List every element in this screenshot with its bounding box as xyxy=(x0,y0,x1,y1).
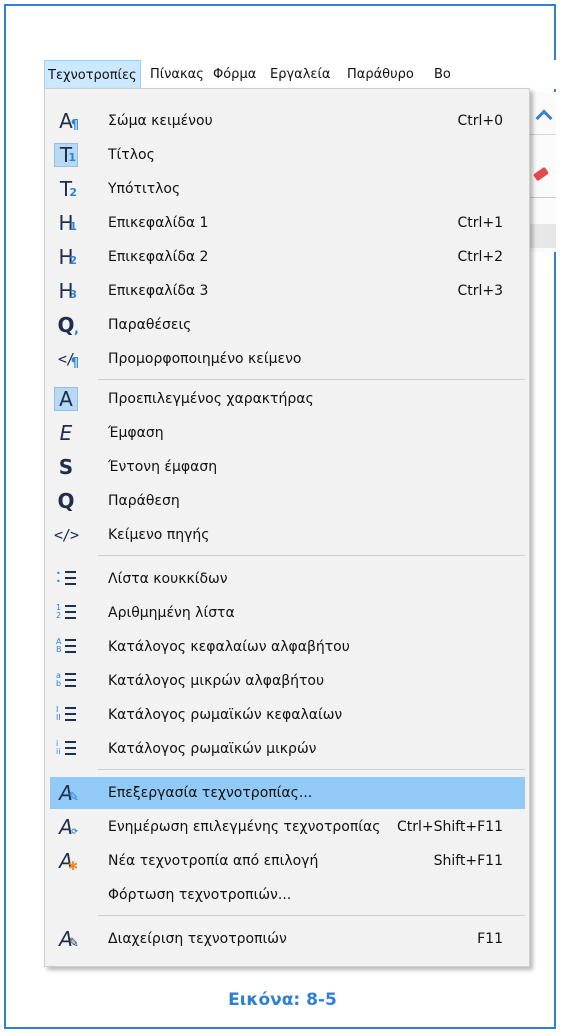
menu-item-label: Διαχείριση τεχνοτροπιών xyxy=(108,931,287,947)
menu-item-label: Κατάλογος κεφαλαίων αλφαβήτου xyxy=(108,639,350,655)
menu-item-update-style[interactable]: A ⟳ Ενημέρωση επιλεγμένης τεχνοτροπίας Ct… xyxy=(50,811,525,843)
menu-item-shortcut: Ctrl+Shift+F11 xyxy=(396,819,503,835)
menu-item-label: Σώμα κειμένου xyxy=(108,113,213,129)
document-background xyxy=(530,92,556,252)
menu-item-emphasis[interactable]: E Έμφαση xyxy=(50,417,525,449)
styles-menu: A ¶ Σώμα κειμένου Ctrl+0 T1 Τίτλος T2 Υπό… xyxy=(44,88,530,967)
divider xyxy=(530,134,556,135)
preformatted-text-icon: </¶ xyxy=(57,350,79,371)
menu-separator xyxy=(98,915,525,916)
menu-item-label: Νέα τεχνοτροπία από επιλογή xyxy=(108,853,319,869)
emphasis-icon: E xyxy=(59,421,73,445)
edit-style-icon: A ✎ xyxy=(59,781,79,805)
menu-separator xyxy=(98,769,525,770)
toolbar-up-arrow-icon xyxy=(535,109,553,127)
menu-item-label: Έντονη έμφαση xyxy=(108,459,218,475)
menu-item-bullet-list[interactable]: • • Λίστα κουκκίδων xyxy=(50,563,525,595)
menu-item-shortcut: Ctrl+3 xyxy=(457,283,503,299)
subtitle-icon: T2 xyxy=(59,177,77,201)
uppercase-alpha-list-icon: A B xyxy=(54,635,78,659)
new-style-icon: A ✱ xyxy=(59,849,78,873)
menu-item-default-character[interactable]: A Προεπιλεγμένος χαρακτήρας xyxy=(50,383,525,415)
menu-item-shortcut: Ctrl+1 xyxy=(457,215,503,231)
menu-item-text-body[interactable]: A ¶ Σώμα κειμένου Ctrl+0 xyxy=(50,105,525,137)
menu-item-uppercase-roman-list[interactable]: I II Κατάλογος ρωμαϊκών κεφαλαίων xyxy=(50,699,525,731)
menu-item-shortcut: F11 xyxy=(477,931,503,947)
figure-caption: Εικόνα: 8-5 xyxy=(228,990,337,1010)
menu-item-strong-emphasis[interactable]: S Έντονη έμφαση xyxy=(50,451,525,483)
menu-item-label: Επικεφαλίδα 1 xyxy=(108,215,209,231)
manage-styles-icon: A ✎ xyxy=(59,927,79,951)
uppercase-roman-list-icon: I II xyxy=(54,703,78,727)
menu-item-subtitle[interactable]: T2 Υπότιτλος xyxy=(50,173,525,205)
numbered-list-icon: 1 2 xyxy=(54,601,78,625)
menu-item-heading-1[interactable]: H1 Επικεφαλίδα 1 Ctrl+1 xyxy=(50,207,525,239)
menu-item-label: Παραθέσεις xyxy=(108,317,192,333)
menubar-item-tools[interactable]: Εργαλεία xyxy=(267,60,333,89)
menubar-item-table[interactable]: Πίνακας xyxy=(147,60,207,89)
menu-item-uppercase-alpha-list[interactable]: A B Κατάλογος κεφαλαίων αλφαβήτου xyxy=(50,631,525,663)
menu-item-label: Επικεφαλίδα 3 xyxy=(108,283,209,299)
menu-separator xyxy=(98,555,525,556)
default-character-icon: A xyxy=(54,387,78,411)
menu-item-quotation[interactable]: Q Παράθεση xyxy=(50,485,525,517)
strong-emphasis-icon: S xyxy=(58,455,74,479)
lowercase-roman-list-icon: i ii xyxy=(54,737,78,761)
menu-item-label: Κατάλογος ρωμαϊκών μικρών xyxy=(108,741,317,757)
menu-item-label: Προεπιλεγμένος χαρακτήρας xyxy=(108,391,314,407)
menu-bar: Τεχνοτροπίες Πίνακας Φόρμα Εργαλεία Παρά… xyxy=(44,60,556,89)
menu-item-heading-3[interactable]: H3 Επικεφαλίδα 3 Ctrl+3 xyxy=(50,275,525,307)
menu-item-label: Κείμενο πηγής xyxy=(108,527,210,543)
quotations-icon: Q, xyxy=(57,313,79,337)
heading-2-icon: H2 xyxy=(58,245,77,269)
source-text-icon: </> xyxy=(53,526,79,544)
menu-item-label: Επικεφαλίδα 2 xyxy=(108,249,209,265)
menubar-item-window[interactable]: Παράθυρο xyxy=(344,60,417,89)
menu-item-source-text[interactable]: </> Κείμενο πηγής xyxy=(50,519,525,551)
menu-item-label: Ενημέρωση επιλεγμένης τεχνοτροπίας xyxy=(108,819,381,835)
menu-item-preformatted-text[interactable]: </¶ Προμορφοποιημένο κείμενο xyxy=(50,343,525,375)
menu-item-title[interactable]: T1 Τίτλος xyxy=(50,139,525,171)
menu-item-load-styles[interactable]: Φόρτωση τεχνοτροπιών... xyxy=(50,879,525,911)
heading-3-icon: H3 xyxy=(58,279,77,303)
menu-item-new-style[interactable]: A ✱ Νέα τεχνοτροπία από επιλογή Shift+F11 xyxy=(50,845,525,877)
toolbar-eraser-icon xyxy=(532,166,550,182)
menu-item-label: Αριθμημένη λίστα xyxy=(108,605,235,621)
menu-separator xyxy=(98,379,525,380)
bullet-list-icon: • • xyxy=(54,567,78,591)
menu-item-lowercase-alpha-list[interactable]: a b Κατάλογος μικρών αλφαβήτου xyxy=(50,665,525,697)
menu-item-label: Επεξεργασία τεχνοτροπίας... xyxy=(108,785,313,801)
menu-item-manage-styles[interactable]: A ✎ Διαχείριση τεχνοτροπιών F11 xyxy=(50,923,525,955)
menu-item-lowercase-roman-list[interactable]: i ii Κατάλογος ρωμαϊκών μικρών xyxy=(50,733,525,765)
divider xyxy=(530,197,556,198)
menu-item-label: Παράθεση xyxy=(108,493,180,509)
menu-item-heading-2[interactable]: H2 Επικεφαλίδα 2 Ctrl+2 xyxy=(50,241,525,273)
menu-item-shortcut: Shift+F11 xyxy=(433,853,503,869)
menu-item-label: Τίτλος xyxy=(108,147,155,163)
menu-item-label: Υπότιτλος xyxy=(108,181,181,197)
lowercase-alpha-list-icon: a b xyxy=(54,669,78,693)
menu-item-numbered-list[interactable]: 1 2 Αριθμημένη λίστα xyxy=(50,597,525,629)
ruler xyxy=(530,224,556,248)
menubar-item-form[interactable]: Φόρμα xyxy=(210,60,259,89)
heading-1-icon: H1 xyxy=(58,211,77,235)
menu-item-label: Κατάλογος ρωμαϊκών κεφαλαίων xyxy=(108,707,343,723)
menu-item-shortcut: Ctrl+2 xyxy=(457,249,503,265)
menu-item-label: Έμφαση xyxy=(108,425,164,441)
menu-item-edit-style[interactable]: A ✎ Επεξεργασία τεχνοτροπίας... xyxy=(50,777,525,809)
title-icon: T1 xyxy=(54,143,78,167)
menubar-item-help[interactable]: Βο xyxy=(431,60,454,89)
quotation-icon: Q xyxy=(57,489,75,513)
menu-item-quotations[interactable]: Q, Παραθέσεις xyxy=(50,309,525,341)
menu-item-label: Προμορφοποιημένο κείμενο xyxy=(108,351,302,367)
text-body-icon: A ¶ xyxy=(59,109,79,133)
menu-item-label: Φόρτωση τεχνοτροπιών... xyxy=(108,887,292,903)
menu-item-shortcut: Ctrl+0 xyxy=(457,113,503,129)
menu-item-label: Κατάλογος μικρών αλφαβήτου xyxy=(108,673,325,689)
menubar-item-styles[interactable]: Τεχνοτροπίες xyxy=(44,60,141,89)
menu-item-label: Λίστα κουκκίδων xyxy=(108,571,228,587)
update-style-icon: A ⟳ xyxy=(59,815,78,839)
